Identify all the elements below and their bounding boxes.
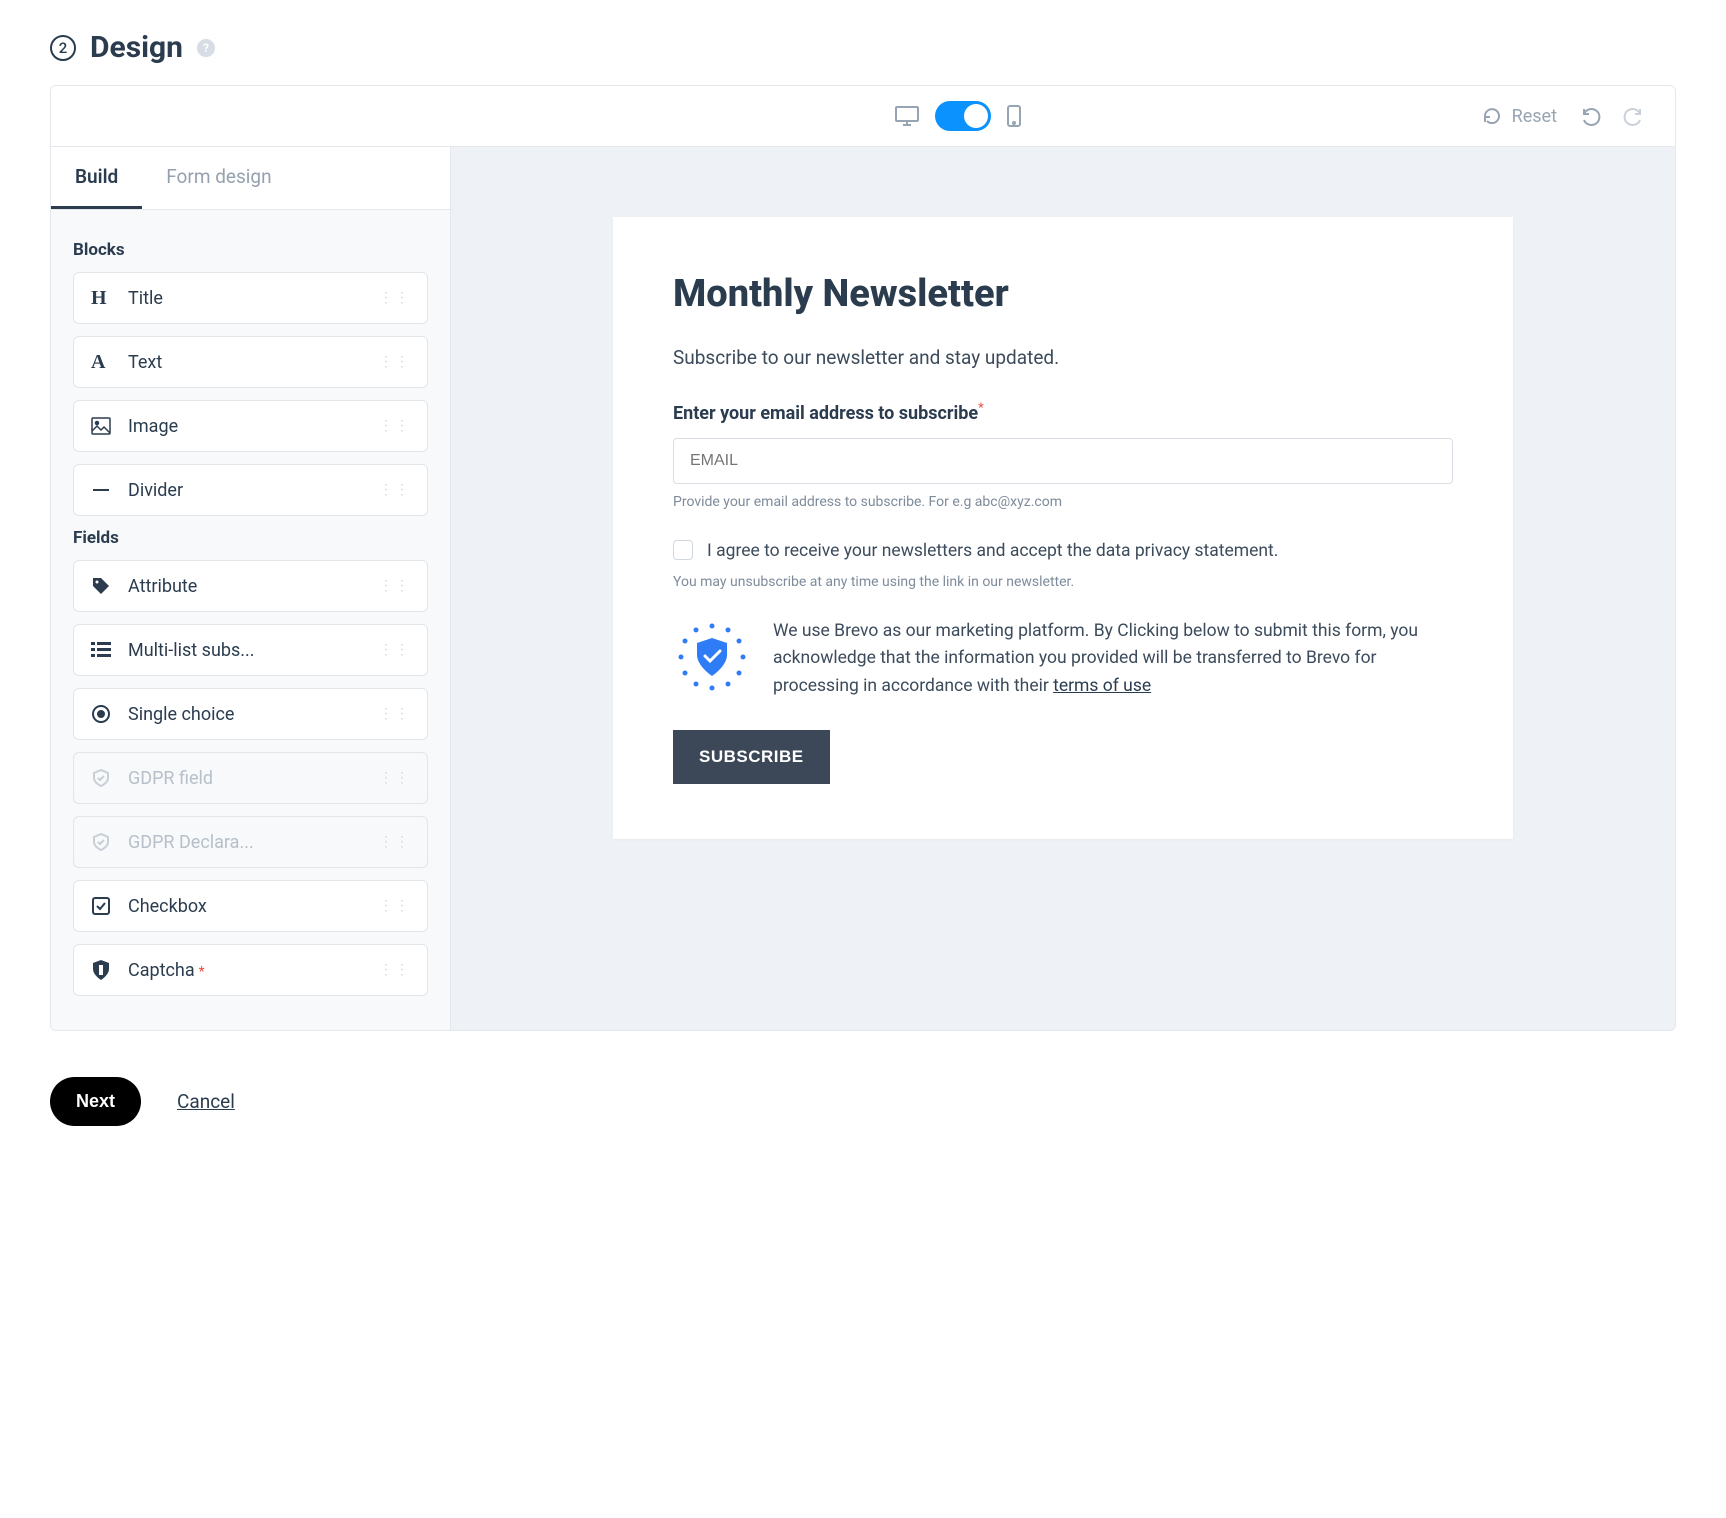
drag-handle-icon: ⋮⋮ xyxy=(379,898,411,914)
mobile-icon[interactable] xyxy=(1006,104,1022,128)
cancel-link[interactable]: Cancel xyxy=(177,1090,235,1113)
heading-icon: H xyxy=(90,287,112,309)
block-divider[interactable]: Divider ⋮⋮ xyxy=(73,464,428,516)
tab-form-design[interactable]: Form design xyxy=(142,147,295,209)
redo-icon[interactable] xyxy=(1623,105,1645,127)
drag-handle-icon: ⋮⋮ xyxy=(379,834,411,850)
drag-handle-icon: ⋮⋮ xyxy=(379,642,411,658)
field-attribute-label: Attribute xyxy=(128,576,363,597)
shield-icon xyxy=(90,831,112,853)
block-text[interactable]: A Text ⋮⋮ xyxy=(73,336,428,388)
field-attribute[interactable]: Attribute ⋮⋮ xyxy=(73,560,428,612)
email-label: Enter your email address to subscribe* xyxy=(673,401,1453,424)
field-captcha[interactable]: Captcha* ⋮⋮ xyxy=(73,944,428,996)
drag-handle-icon: ⋮⋮ xyxy=(379,418,411,434)
tag-icon xyxy=(90,575,112,597)
drag-handle-icon: ⋮⋮ xyxy=(379,962,411,978)
tab-build[interactable]: Build xyxy=(51,147,142,209)
reset-button[interactable]: Reset xyxy=(1482,106,1557,127)
fields-group-label: Fields xyxy=(73,528,428,548)
field-gdpr-declaration[interactable]: GDPR Declara... ⋮⋮ xyxy=(73,816,428,868)
drag-handle-icon: ⋮⋮ xyxy=(379,354,411,370)
svg-text:A: A xyxy=(91,352,106,372)
list-icon xyxy=(90,639,112,661)
sidebar: Build Form design Blocks H Title ⋮⋮ A Te… xyxy=(51,147,451,1030)
reset-label: Reset xyxy=(1512,106,1557,127)
field-single-choice-label: Single choice xyxy=(128,704,363,725)
field-single-choice[interactable]: Single choice ⋮⋮ xyxy=(73,688,428,740)
help-icon[interactable]: ? xyxy=(197,39,215,57)
block-title-label: Title xyxy=(128,288,363,309)
drag-handle-icon: ⋮⋮ xyxy=(379,482,411,498)
consent-checkbox[interactable] xyxy=(673,540,693,560)
field-multilist[interactable]: Multi-list subs... ⋮⋮ xyxy=(73,624,428,676)
next-button[interactable]: Next xyxy=(50,1077,141,1126)
block-title[interactable]: H Title ⋮⋮ xyxy=(73,272,428,324)
drag-handle-icon: ⋮⋮ xyxy=(379,578,411,594)
svg-text:H: H xyxy=(91,288,107,308)
page-header: 2 Design ? xyxy=(50,30,1676,65)
field-gdpr-label: GDPR field xyxy=(128,768,363,789)
form-preview[interactable]: Monthly Newsletter Subscribe to our news… xyxy=(613,217,1513,839)
image-icon xyxy=(90,415,112,437)
canvas: Monthly Newsletter Subscribe to our news… xyxy=(451,147,1675,1030)
block-image-label: Image xyxy=(128,416,363,437)
footer-actions: Next Cancel xyxy=(50,1077,1676,1126)
divider-icon xyxy=(90,479,112,501)
field-gdpr[interactable]: GDPR field ⋮⋮ xyxy=(73,752,428,804)
blocks-group-label: Blocks xyxy=(73,240,428,260)
field-multilist-label: Multi-list subs... xyxy=(128,640,363,661)
captcha-icon xyxy=(90,959,112,981)
checkbox-icon xyxy=(90,895,112,917)
consent-help-text: You may unsubscribe at any time using th… xyxy=(673,574,1453,590)
form-title: Monthly Newsletter xyxy=(673,272,1453,316)
block-divider-label: Divider xyxy=(128,480,363,501)
field-checkbox[interactable]: Checkbox ⋮⋮ xyxy=(73,880,428,932)
terms-link[interactable]: terms of use xyxy=(1053,676,1151,696)
device-toggle[interactable] xyxy=(935,101,991,131)
field-checkbox-label: Checkbox xyxy=(128,896,363,917)
sidebar-tabs: Build Form design xyxy=(51,147,450,210)
device-toggle-group xyxy=(894,101,1022,131)
undo-icon[interactable] xyxy=(1579,105,1601,127)
form-subtitle: Subscribe to our newsletter and stay upd… xyxy=(673,346,1453,369)
subscribe-button[interactable]: SUBSCRIBE xyxy=(673,730,830,784)
email-input[interactable] xyxy=(673,438,1453,484)
toolbar: Reset xyxy=(51,86,1675,147)
gdpr-badge-icon xyxy=(673,618,751,696)
desktop-icon[interactable] xyxy=(894,105,920,127)
field-gdpr-declaration-label: GDPR Declara... xyxy=(128,832,363,853)
block-text-label: Text xyxy=(128,352,363,373)
editor-container: Reset Build Form design Blocks H Title ⋮… xyxy=(50,85,1676,1031)
email-help-text: Provide your email address to subscribe.… xyxy=(673,494,1453,510)
reset-icon xyxy=(1482,106,1502,126)
page-title: Design xyxy=(90,30,183,65)
drag-handle-icon: ⋮⋮ xyxy=(379,770,411,786)
field-captcha-label: Captcha* xyxy=(128,960,363,981)
text-icon: A xyxy=(90,351,112,373)
gdpr-text: We use Brevo as our marketing platform. … xyxy=(773,618,1453,699)
step-indicator: 2 xyxy=(50,35,76,61)
shield-check-icon xyxy=(90,767,112,789)
drag-handle-icon: ⋮⋮ xyxy=(379,706,411,722)
gdpr-declaration: We use Brevo as our marketing platform. … xyxy=(673,618,1453,699)
radio-icon xyxy=(90,703,112,725)
consent-label: I agree to receive your newsletters and … xyxy=(707,538,1278,564)
block-image[interactable]: Image ⋮⋮ xyxy=(73,400,428,452)
drag-handle-icon: ⋮⋮ xyxy=(379,290,411,306)
